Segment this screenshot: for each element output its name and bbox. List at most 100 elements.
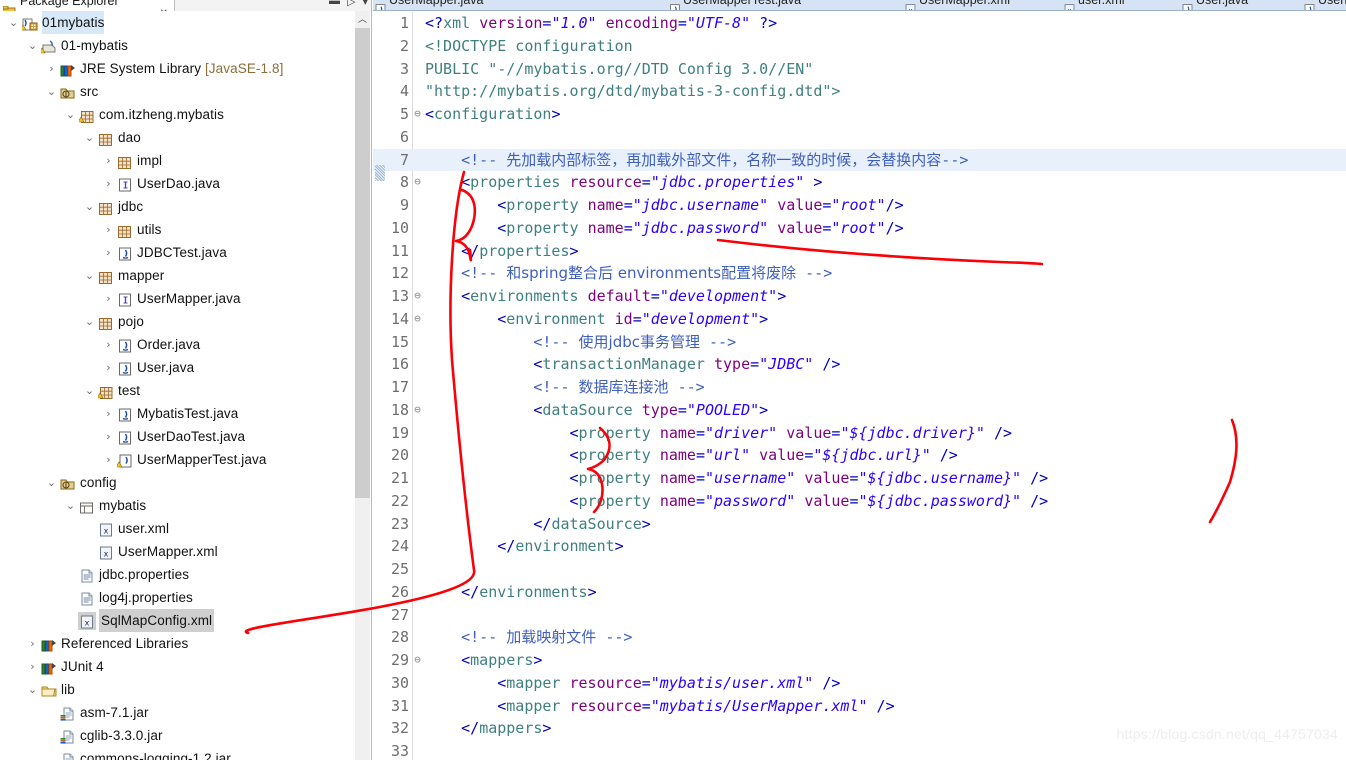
close-icon[interactable]: ✕ [160, 4, 168, 11]
code-line[interactable]: 27 [373, 604, 1346, 627]
chevron-right-icon[interactable]: › [101, 448, 116, 471]
chevron-down-icon[interactable]: ⌄ [63, 103, 78, 126]
chevron-right-icon[interactable]: › [101, 287, 116, 310]
fold-collapse-icon[interactable]: ⊖ [411, 103, 424, 126]
tree-item-test[interactable]: ⌄ test [0, 379, 356, 402]
tree-item-sqlmapconfig-xml[interactable]: · x SqlMapConfig.xml [0, 609, 356, 632]
code-line[interactable]: 31 <mapper resource="mybatis/UserMapper.… [373, 695, 1346, 718]
tree-item-impl[interactable]: › impl [0, 149, 356, 172]
view-menu-icon[interactable]: ▾ [362, 0, 368, 8]
tree-item-config[interactable]: ⌄ config [0, 471, 356, 494]
chevron-down-icon[interactable]: ⌄ [82, 379, 97, 402]
code-line[interactable]: 23 </dataSource> [373, 513, 1346, 536]
tree-item-pojo[interactable]: ⌄ pojo [0, 310, 356, 333]
code-line[interactable]: 19 <property name="driver" value="${jdbc… [373, 422, 1346, 445]
fold-collapse-icon[interactable]: ⊖ [411, 308, 424, 331]
fold-collapse-icon[interactable]: ⊖ [411, 171, 424, 194]
tab-package-explorer[interactable]: Package Explorer ✕ [0, 0, 175, 11]
code-line[interactable]: 11 </properties> [373, 240, 1346, 263]
code-line[interactable]: 13 ⊖ <environments default="development"> [373, 285, 1346, 308]
code-line[interactable]: 8 ⊖ <properties resource="jdbc.properties… [373, 171, 1346, 194]
chevron-down-icon[interactable]: ⌄ [82, 310, 97, 333]
code-line[interactable]: 14 ⊖ <environment id="development"> [373, 308, 1346, 331]
chevron-down-icon[interactable]: ⌄ [6, 11, 21, 34]
tree-item-referenced-libraries[interactable]: › Referenced Libraries [0, 632, 356, 655]
tree-item-mapper[interactable]: ⌄ mapper [0, 264, 356, 287]
tree-item-jdbc-properties[interactable]: · jdbc.properties [0, 563, 356, 586]
editor-text-area[interactable]: 1 <?xml version="1.0" encoding="UTF-8" ?>… [373, 12, 1346, 760]
tree-item-cglib-3-3-0-jar[interactable]: · cglib-3.3.0.jar [0, 724, 356, 747]
tree-item-userdao-java[interactable]: › UserDao.java [0, 172, 356, 195]
chevron-up-icon[interactable]: ︿ [355, 11, 370, 28]
tree-item-com-itzheng-mybatis[interactable]: ⌄ com.itzheng.mybatis [0, 103, 356, 126]
tree-item-junit-4[interactable]: › JUnit 4 [0, 655, 356, 678]
code-line[interactable]: 29 ⊖ <mappers> [373, 649, 1346, 672]
code-line[interactable]: 21 <property name="username" value="${jd… [373, 467, 1346, 490]
tree-item-usermapper-xml[interactable]: · x UserMapper.xml [0, 540, 356, 563]
code-line[interactable]: 17 <!-- 数据库连接池 --> [373, 376, 1346, 399]
editor-tab-user-java[interactable]: User.java [1180, 0, 1257, 10]
editor-tab-usermappertest-java[interactable]: UserMapperTest.java [667, 0, 810, 10]
code-line[interactable]: 18 ⊖ <dataSource type="POOLED"> [373, 399, 1346, 422]
editor-tab-userdaotest-java[interactable]: UserDaoTest.java [1302, 0, 1346, 10]
tree-item-asm-7-1-jar[interactable]: · asm-7.1.jar [0, 701, 356, 724]
tree-item-mybatis[interactable]: ⌄ mybatis [0, 494, 356, 517]
maximize-icon[interactable]: ▷ [347, 0, 355, 8]
chevron-right-icon[interactable]: › [101, 425, 116, 448]
code-line[interactable]: 5 ⊖ <configuration> [373, 103, 1346, 126]
explorer-scrollbar-thumb[interactable] [355, 28, 370, 498]
chevron-down-icon[interactable]: ⌄ [25, 34, 40, 57]
chevron-right-icon[interactable]: › [101, 402, 116, 425]
chevron-right-icon[interactable]: › [101, 172, 116, 195]
code-line[interactable]: 15 <!-- 使用jdbc事务管理 --> [373, 331, 1346, 354]
code-line[interactable]: 20 <property name="url" value="${jdbc.ur… [373, 444, 1346, 467]
tree-item-utils[interactable]: › utils [0, 218, 356, 241]
editor-tab-usermapper-java[interactable]: UserMapper.java [373, 0, 492, 10]
tree-item-userdaotest-java[interactable]: › UserDaoTest.java [0, 425, 356, 448]
code-line[interactable]: 30 <mapper resource="mybatis/user.xml" /… [373, 672, 1346, 695]
tree-item-jre-system-library[interactable]: › JRE System Library [JavaSE-1.8] [0, 57, 356, 80]
tree-item-dao[interactable]: ⌄ dao [0, 126, 356, 149]
minimize-icon[interactable]: ▬ [329, 0, 340, 7]
code-line[interactable]: 7 <!-- 先加载内部标签，再加载外部文件，名称一致的时候，会替换内容--> [373, 148, 1346, 172]
fold-collapse-icon[interactable]: ⊖ [411, 649, 424, 672]
chevron-right-icon[interactable]: › [101, 241, 116, 264]
code-line[interactable]: 2 <!DOCTYPE configuration [373, 35, 1346, 58]
chevron-down-icon[interactable]: ⌄ [82, 195, 97, 218]
chevron-down-icon[interactable]: ⌄ [25, 678, 40, 701]
tree-item-lib[interactable]: ⌄ lib [0, 678, 356, 701]
tree-item-log4j-properties[interactable]: · log4j.properties [0, 586, 356, 609]
code-line[interactable]: 9 <property name="jdbc.username" value="… [373, 194, 1346, 217]
code-line[interactable]: 16 <transactionManager type="JDBC" /> [373, 353, 1346, 376]
tree-item-jdbc[interactable]: ⌄ jdbc [0, 195, 356, 218]
tree-item-01-mybatis[interactable]: ⌄ 01-mybatis [0, 34, 356, 57]
tree-item-jdbctest-java[interactable]: › JDBCTest.java [0, 241, 356, 264]
tree-item-order-java[interactable]: › Order.java [0, 333, 356, 356]
project-tree[interactable]: ⌄ 01mybatis ⌄ 01-mybatis › JRE System Library… [0, 11, 356, 760]
code-line[interactable]: 25 [373, 558, 1346, 581]
code-line[interactable]: 26 </environments> [373, 581, 1346, 604]
chevron-right-icon[interactable]: › [25, 632, 40, 655]
editor-tab-user-xml[interactable]: x user.xml [1062, 0, 1133, 10]
tree-item-src[interactable]: ⌄ src [0, 80, 356, 103]
chevron-down-icon[interactable]: ⌄ [82, 264, 97, 287]
tree-item-usermappertest-java[interactable]: › UserMapperTest.java [0, 448, 356, 471]
chevron-down-icon[interactable]: ⌄ [63, 494, 78, 517]
tree-item-user-java[interactable]: › User.java [0, 356, 356, 379]
chevron-down-icon[interactable]: ⌄ [44, 80, 59, 103]
tree-item-usermapper-java[interactable]: › UserMapper.java [0, 287, 356, 310]
chevron-down-icon[interactable]: ⌄ [44, 471, 59, 494]
code-line[interactable]: 33 [373, 740, 1346, 760]
code-line[interactable]: 3 PUBLIC "-//mybatis.org//DTD Config 3.0/… [373, 58, 1346, 81]
code-line[interactable]: 1 <?xml version="1.0" encoding="UTF-8" ?> [373, 12, 1346, 35]
tree-item-01mybatis[interactable]: ⌄ 01mybatis [0, 11, 356, 34]
code-line[interactable]: 10 <property name="jdbc.password" value=… [373, 217, 1346, 240]
tree-item-mybatistest-java[interactable]: › MybatisTest.java [0, 402, 356, 425]
code-line[interactable]: 28 <!-- 加载映射文件 --> [373, 626, 1346, 649]
chevron-right-icon[interactable]: › [25, 655, 40, 678]
chevron-right-icon[interactable]: › [44, 57, 59, 80]
chevron-down-icon[interactable]: ⌄ [82, 126, 97, 149]
tree-item-user-xml[interactable]: · x user.xml [0, 517, 356, 540]
chevron-right-icon[interactable]: › [101, 333, 116, 356]
chevron-right-icon[interactable]: › [101, 149, 116, 172]
